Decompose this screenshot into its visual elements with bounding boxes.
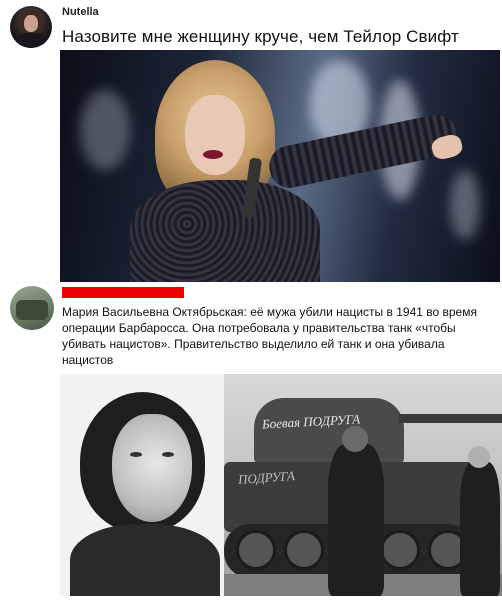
user-avatar[interactable] <box>10 286 54 330</box>
redacted-username <box>62 287 184 298</box>
soldier-figure <box>328 444 384 596</box>
username[interactable]: Nutella <box>62 6 99 18</box>
post-title: Назовите мне женщину круче, чем Тейлор С… <box>62 27 459 46</box>
post-text: Мария Васильевна Октябрьская: её мужа уб… <box>62 305 477 367</box>
post-image-portrait[interactable] <box>60 374 224 596</box>
post-2: Мария Васильевна Октябрьская: её мужа уб… <box>0 284 502 600</box>
soldier-figure <box>460 462 500 596</box>
post-image-tank[interactable]: Боевая ПОДРУГА ПОДРУГА <box>224 374 502 596</box>
user-avatar[interactable] <box>10 6 52 48</box>
post-1: Nutella Назовите мне женщину круче, чем … <box>0 0 502 284</box>
post-image-concert[interactable] <box>60 50 500 282</box>
